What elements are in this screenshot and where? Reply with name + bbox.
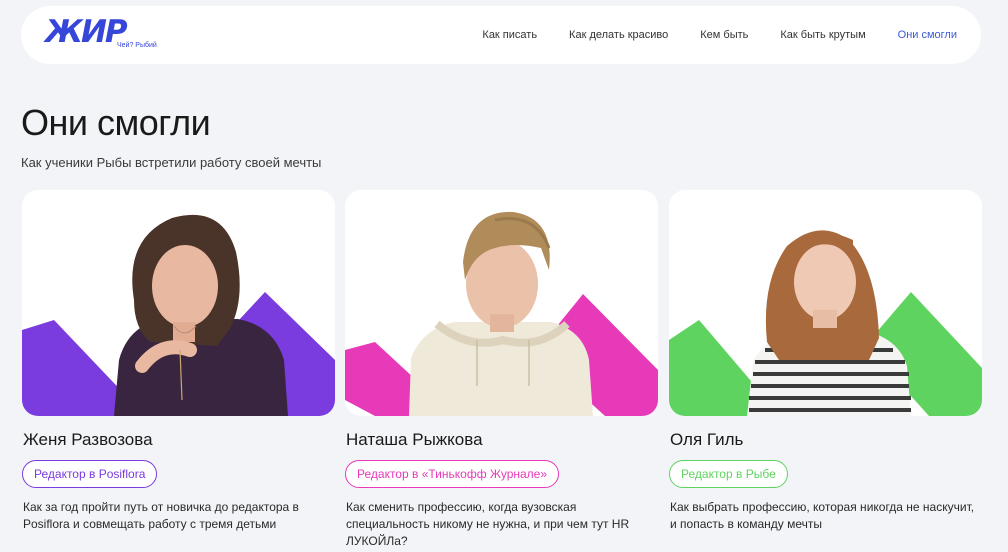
story-card-name: Оля Гиль — [670, 430, 744, 449]
story-card-description: Как за год пройти путь от новичка до ред… — [23, 500, 299, 531]
story-card-description: Как выбрать профессию, которая никогда н… — [670, 500, 975, 531]
nav-item-kak-byt-krutym[interactable]: Как быть крутым — [780, 29, 865, 41]
logo-tagline: Чей? Рыбий — [117, 42, 157, 49]
story-card-name: Женя Развозова — [23, 430, 153, 449]
story-card: Женя Развозова Редактор в Posiflora Как … — [22, 190, 335, 552]
nav-item-kak-pisat[interactable]: Как писать — [482, 29, 537, 41]
site-header: ЖИР Чей? Рыбий Как писать Как делать кра… — [21, 6, 981, 64]
nav-item-kak-delat-krasivo[interactable]: Как делать красиво — [569, 29, 668, 41]
job-badge[interactable]: Редактор в «Тинькофф Журнале» — [345, 460, 560, 488]
story-card-photo[interactable] — [22, 190, 335, 416]
portrait-photo — [22, 214, 335, 416]
story-card-photo[interactable] — [345, 190, 658, 416]
portrait-photo — [345, 211, 658, 416]
story-card-photo[interactable] — [669, 190, 982, 416]
job-badge[interactable]: Редактор в Posiflora — [22, 460, 158, 488]
story-card: Наташа Рыжкова Редактор в «Тинькофф Журн… — [345, 190, 658, 552]
page-subtitle: Как ученики Рыбы встретили работу своей … — [21, 155, 322, 170]
nav-item-oni-smogli[interactable]: Они смогли — [898, 29, 957, 41]
nav-item-kem-byt[interactable]: Кем быть — [700, 29, 748, 41]
story-card-name: Наташа Рыжкова — [346, 430, 483, 449]
site-logo[interactable]: ЖИР Чей? Рыбий — [45, 14, 157, 53]
story-card: Оля Гиль Редактор в Рыбе Как выбрать про… — [669, 190, 982, 552]
logo-wordmark: ЖИР — [45, 14, 128, 50]
main-nav: Как писать Как делать красиво Кем быть К… — [450, 6, 957, 64]
portrait-photo — [669, 230, 982, 416]
job-badge[interactable]: Редактор в Рыбе — [669, 460, 788, 488]
story-card-description: Как сменить профессию, когда вузовская с… — [346, 500, 630, 548]
page-title: Они смогли — [21, 102, 211, 143]
